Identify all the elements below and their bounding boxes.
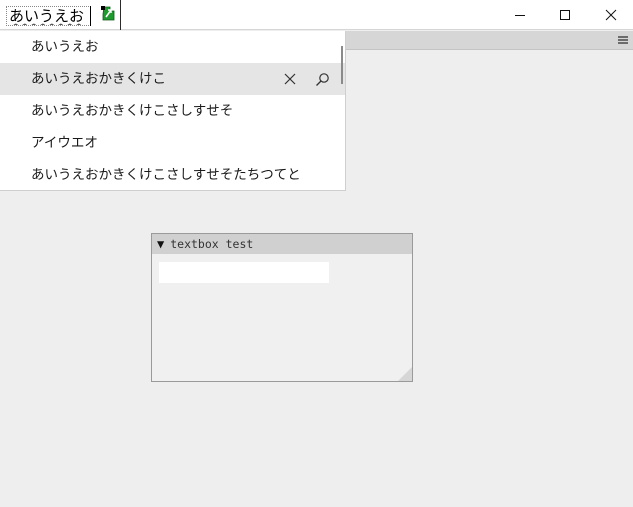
ime-suggestion-list: あいうえお あいうえおかきくけこ あいうえおかきくけこさしすせそ アイウエオ あ… <box>0 31 346 191</box>
panel-title: textbox test <box>170 237 254 251</box>
minimize-icon <box>515 14 525 16</box>
close-icon <box>605 9 617 20</box>
suggestion-label: アイウエオ <box>31 135 98 151</box>
suggestion-label: あいうえおかきくけこさしすせそたちつてと <box>31 167 301 183</box>
maximize-button[interactable] <box>542 0 588 29</box>
collapse-toggle-icon[interactable]: ▼ <box>157 237 164 251</box>
ime-composition-text: あいうえお <box>9 7 85 25</box>
textbox-test-panel: ▼ textbox test <box>151 233 413 382</box>
suggestion-label: あいうえおかきくけこさしすせそ <box>31 103 234 119</box>
suggestion-item-selected[interactable]: あいうえおかきくけこ <box>0 63 345 95</box>
suggestion-label: あいうえおかきくけこ <box>31 71 166 87</box>
ime-mode-icon[interactable] <box>100 5 117 22</box>
search-suggestion-button[interactable] <box>313 70 331 88</box>
ime-composition-field[interactable]: あいうえお <box>6 6 91 26</box>
app-window: あいうえお あいうえお あいうえおかきくけこ あいうえおかきくけこさしすせそ ア… <box>0 0 633 507</box>
text-caret <box>90 6 91 26</box>
suggestion-item[interactable]: アイウエオ <box>0 127 345 159</box>
title-divider <box>120 0 121 30</box>
suggestion-item[interactable]: あいうえお <box>0 31 345 63</box>
minimize-button[interactable] <box>497 0 543 29</box>
title-bar: あいうえお <box>0 0 633 30</box>
close-button[interactable] <box>588 0 633 29</box>
search-icon <box>315 72 329 86</box>
hamburger-menu-icon[interactable] <box>617 34 629 46</box>
maximize-icon <box>560 9 570 20</box>
suggestion-label: あいうえお <box>31 39 99 55</box>
suggestion-item[interactable]: あいうえおかきくけこさしすせそたちつてと <box>0 159 345 191</box>
remove-suggestion-button[interactable] <box>281 70 299 88</box>
suggestion-actions <box>281 63 331 95</box>
remove-icon <box>284 73 296 85</box>
panel-header[interactable]: ▼ textbox test <box>152 234 412 254</box>
suggestion-scrollbar[interactable] <box>341 46 343 84</box>
suggestion-item[interactable]: あいうえおかきくけこさしすせそ <box>0 95 345 127</box>
resize-grip-icon[interactable] <box>398 367 412 381</box>
test-textbox[interactable] <box>159 262 329 283</box>
